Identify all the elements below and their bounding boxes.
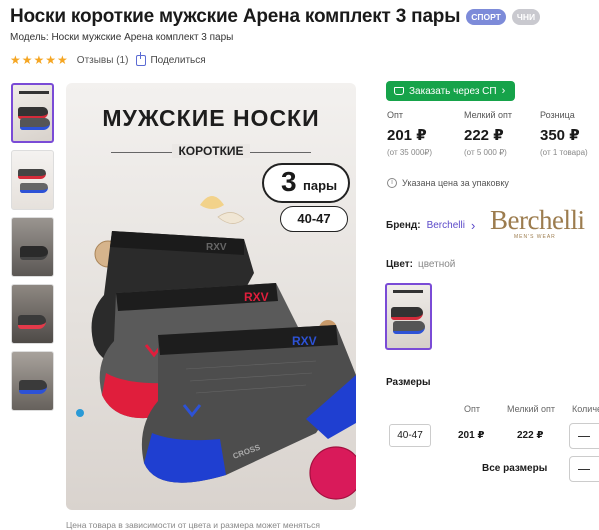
price-value: 350 ₽ bbox=[540, 127, 580, 144]
chi-badge[interactable]: ЧНИ bbox=[511, 9, 541, 25]
color-label: Цвет: bbox=[386, 259, 413, 270]
order-sp-label: Заказать через СП bbox=[409, 85, 497, 97]
price-min: (от 5 000 ₽) bbox=[464, 148, 507, 157]
rating-row: ★★★★★ Отзывы (1) Поделиться bbox=[10, 51, 206, 67]
cart-icon bbox=[394, 87, 404, 95]
sizes-header-opt: Опт bbox=[464, 404, 480, 414]
sport-badge[interactable]: СПОРТ bbox=[466, 9, 506, 25]
thumbnail-list bbox=[11, 83, 54, 411]
thumbnail-3[interactable] bbox=[11, 217, 54, 277]
socks-illustration: RXV RXV RXV CROSS bbox=[76, 196, 356, 500]
brand-label: Бренд: bbox=[386, 220, 421, 231]
brand-logo-subtitle: MEN'S WEAR bbox=[514, 234, 556, 240]
price-note: Цена товара в зависимости от цвета и раз… bbox=[66, 520, 320, 530]
brand-row: Бренд: Berchelli › bbox=[386, 218, 475, 233]
price-value: 222 ₽ bbox=[464, 127, 504, 144]
color-value: цветной bbox=[417, 259, 456, 270]
sizes-title: Размеры bbox=[386, 377, 431, 388]
seashell-icon bbox=[200, 196, 224, 209]
price-label: Опт bbox=[387, 110, 403, 120]
chevron-right-icon: › bbox=[501, 85, 506, 97]
price-small-opt: Мелкий опт 222 ₽ (от 5 000 ₽) bbox=[464, 110, 512, 157]
color-row: Цвет: цветной bbox=[386, 259, 455, 270]
price-min: (от 1 товара) bbox=[540, 148, 588, 157]
all-sizes-quantity-stepper[interactable] bbox=[569, 456, 599, 482]
reviews-link[interactable]: Отзывы (1) bbox=[77, 55, 129, 66]
price-label: Розница bbox=[540, 110, 575, 120]
quantity-stepper[interactable] bbox=[569, 423, 599, 449]
share-icon bbox=[136, 51, 147, 66]
price-opt: Опт 201 ₽ (от 35 000₽) bbox=[387, 110, 432, 157]
unit-note-text: Указана цена за упаковку bbox=[402, 178, 509, 188]
order-sp-button[interactable]: Заказать через СП › bbox=[386, 81, 516, 101]
price-retail: Розница 350 ₽ (от 1 товара) bbox=[540, 110, 588, 157]
color-swatch[interactable] bbox=[385, 283, 432, 350]
sock-brand-label: RXV bbox=[292, 334, 317, 348]
size-price-small-opt: 222 ₽ bbox=[517, 430, 544, 441]
rating-stars-icon: ★★★★★ bbox=[10, 53, 69, 67]
price-min: (от 35 000₽) bbox=[387, 148, 433, 157]
title-row: Носки короткие мужские Арена комплект 3 … bbox=[10, 6, 541, 28]
share-label: Поделиться bbox=[150, 54, 206, 66]
all-sizes-label: Все размеры bbox=[482, 463, 548, 474]
size-chip[interactable]: 40-47 bbox=[389, 424, 431, 447]
chevron-right-icon[interactable]: › bbox=[471, 218, 475, 233]
product-title: Носки короткие мужские Арена комплект 3 … bbox=[10, 6, 461, 27]
brand-link[interactable]: Berchelli bbox=[427, 220, 465, 231]
price-value: 201 ₽ bbox=[387, 127, 427, 144]
sock-brand-label: RXV bbox=[206, 242, 227, 253]
thumbnail-2[interactable] bbox=[11, 150, 54, 210]
share-button[interactable]: Поделиться bbox=[136, 51, 206, 66]
brand-logo[interactable]: Berchelli bbox=[490, 205, 585, 236]
product-model: Модель: Носки мужские Арена комплект 3 п… bbox=[10, 32, 234, 43]
main-product-image[interactable]: МУЖСКИЕ НОСКИ КОРОТКИЕ 3 пары 40-47 RXV … bbox=[66, 83, 356, 510]
thumbnail-4[interactable] bbox=[11, 284, 54, 344]
sock-brand-label: RXV bbox=[244, 290, 269, 304]
thumbnail-1[interactable] bbox=[11, 83, 54, 143]
thumbnail-5[interactable] bbox=[11, 351, 54, 411]
size-price-opt: 201 ₽ bbox=[458, 430, 485, 441]
price-label: Мелкий опт bbox=[464, 110, 513, 120]
info-icon: i bbox=[387, 178, 397, 188]
sizes-header-small-opt: Мелкий опт bbox=[507, 404, 556, 414]
sizes-header-quantity: Количе bbox=[572, 404, 599, 414]
unit-note: i Указана цена за упаковку bbox=[387, 178, 509, 188]
